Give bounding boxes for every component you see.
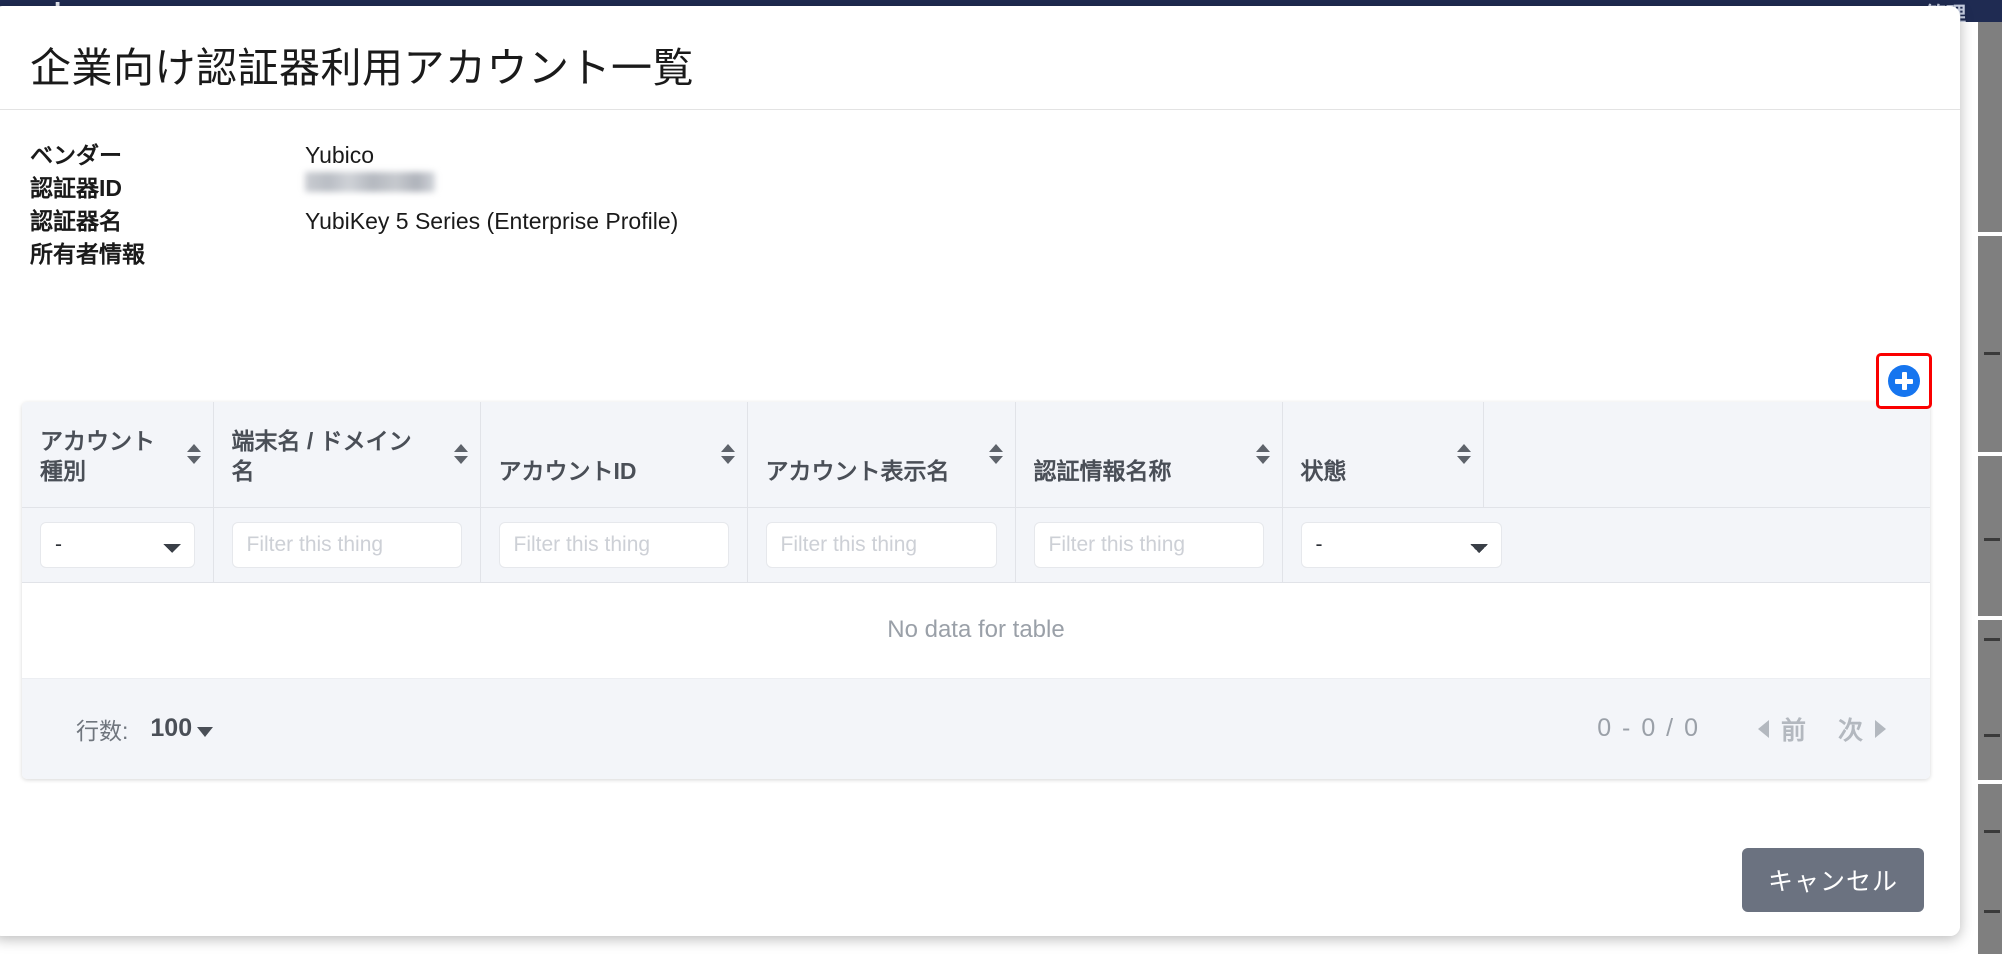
filter-cell-account-display-name [747, 507, 1015, 582]
pagination-prev-label: 前 [1781, 711, 1806, 747]
filter-select-status[interactable]: - [1301, 522, 1502, 568]
rows-per-page-value: 100 [150, 714, 192, 743]
column-header-device-domain[interactable]: 端末名 / ドメイン名 [213, 402, 480, 507]
info-label: 認証器ID [30, 169, 305, 203]
info-row-owner: 所有者情報 [30, 235, 678, 268]
column-header-label: 状態 [1301, 457, 1465, 487]
background-line [1984, 734, 2000, 737]
background-block [1978, 236, 2002, 452]
background-line [1984, 910, 2000, 913]
filter-input-credential-name[interactable] [1034, 522, 1264, 568]
column-header-actions [1483, 402, 1930, 507]
plus-icon [1902, 372, 1907, 390]
sort-icon[interactable] [1256, 441, 1270, 467]
sort-icon[interactable] [989, 441, 1003, 467]
cancel-button[interactable]: キャンセル [1742, 848, 1924, 912]
sort-icon[interactable] [721, 441, 735, 467]
column-header-label: アカウント表示名 [766, 457, 997, 487]
page-title: 企業向け認証器利用アカウント一覧 [30, 34, 694, 94]
add-account-button-highlight [1876, 353, 1932, 409]
pagination-next-button[interactable]: 次 [1822, 711, 1902, 747]
filter-select-account-type[interactable]: - [40, 522, 195, 568]
table-filter-row: - [22, 507, 1930, 582]
background-block [1978, 784, 2002, 954]
pagination-range: 0 - 0 / 0 [1597, 714, 1700, 743]
add-account-button[interactable] [1888, 365, 1920, 397]
dialog-header: 企業向け認証器利用アカウント一覧 [0, 6, 1960, 110]
sort-icon[interactable] [454, 441, 468, 467]
chevron-right-icon [1875, 720, 1886, 738]
pagination-next-label: 次 [1838, 711, 1863, 747]
pagination: 0 - 0 / 0 前 次 [1597, 711, 1902, 747]
chevron-down-icon [197, 727, 213, 737]
filter-input-account-display-name[interactable] [766, 522, 997, 568]
chevron-left-icon [1758, 720, 1769, 738]
background-right-strip [1978, 22, 2002, 952]
sort-icon[interactable] [1457, 441, 1471, 467]
filter-input-account-id[interactable] [499, 522, 729, 568]
table-header-row: アカウント種別 端末名 / ドメイン名 アカウントID アカウント表示 [22, 402, 1930, 507]
background-line [1984, 638, 2000, 641]
column-header-label: アカウント種別 [40, 427, 195, 487]
authenticator-info: ベンダー Yubico 認証器ID 認証器名 YubiKey 5 Series … [30, 136, 678, 268]
info-value-vendor: Yubico [305, 142, 374, 169]
rows-per-page-label: 行数: [76, 712, 128, 746]
background-block [1978, 456, 2002, 616]
empty-message: No data for table [22, 582, 1930, 678]
column-header-account-id[interactable]: アカウントID [480, 402, 747, 507]
info-label: 所有者情報 [30, 235, 305, 269]
table-footer: 行数: 100 0 - 0 / 0 前 次 [22, 679, 1930, 779]
filter-cell-credential-name [1015, 507, 1282, 582]
filter-cell-device-domain [213, 507, 480, 582]
background-block [1978, 22, 2002, 232]
info-row-authenticator-id: 認証器ID [30, 169, 678, 202]
table-empty-row: No data for table [22, 582, 1930, 678]
column-header-account-display-name[interactable]: アカウント表示名 [747, 402, 1015, 507]
background-line [1984, 538, 2000, 541]
background-line [1984, 830, 2000, 833]
filter-cell-status: - [1282, 507, 1930, 582]
column-header-credential-name[interactable]: 認証情報名称 [1015, 402, 1282, 507]
info-value-authenticator-name: YubiKey 5 Series (Enterprise Profile) [305, 208, 678, 235]
column-header-label: アカウントID [499, 457, 729, 487]
dialog-footer: キャンセル [0, 824, 1960, 936]
background-line [1984, 352, 2000, 355]
pagination-prev-button[interactable]: 前 [1742, 711, 1822, 747]
accounts-table: アカウント種別 端末名 / ドメイン名 アカウントID アカウント表示 [22, 402, 1930, 679]
info-row-vendor: ベンダー Yubico [30, 136, 678, 169]
info-label: 認証器名 [30, 202, 305, 236]
info-label: ベンダー [30, 136, 305, 170]
column-header-status[interactable]: 状態 [1282, 402, 1483, 507]
dialog-body: ベンダー Yubico 認証器ID 認証器名 YubiKey 5 Series … [0, 110, 1960, 824]
rows-per-page-selector[interactable]: 100 [150, 714, 213, 743]
background-block [1978, 620, 2002, 780]
sort-icon[interactable] [187, 441, 201, 467]
column-header-label: 認証情報名称 [1034, 457, 1264, 487]
info-row-authenticator-name: 認証器名 YubiKey 5 Series (Enterprise Profil… [30, 202, 678, 235]
account-list-dialog: 企業向け認証器利用アカウント一覧 ベンダー Yubico 認証器ID 認証器名 … [0, 6, 1960, 936]
accounts-table-card: アカウント種別 端末名 / ドメイン名 アカウントID アカウント表示 [22, 402, 1930, 779]
filter-cell-account-id [480, 507, 747, 582]
column-header-label: 端末名 / ドメイン名 [232, 427, 462, 487]
column-header-account-type[interactable]: アカウント種別 [22, 402, 213, 507]
filter-input-device-domain[interactable] [232, 522, 462, 568]
table-body: - [22, 507, 1930, 678]
info-value-authenticator-id-redacted [305, 172, 435, 192]
filter-cell-account-type: - [22, 507, 213, 582]
table-head: アカウント種別 端末名 / ドメイン名 アカウントID アカウント表示 [22, 402, 1930, 507]
